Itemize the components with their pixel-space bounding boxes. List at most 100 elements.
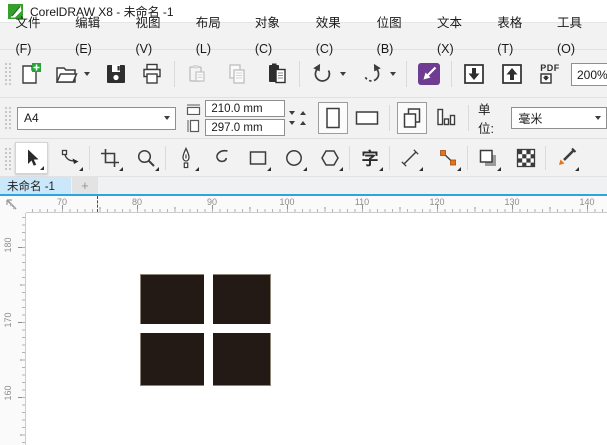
menu-edit[interactable]: 编辑(E) bbox=[64, 10, 124, 62]
menu-view[interactable]: 视图(V) bbox=[124, 10, 184, 62]
tool-shape[interactable] bbox=[53, 142, 86, 174]
document-tab-active[interactable]: 未命名 -1 bbox=[0, 177, 71, 194]
tool-pen[interactable] bbox=[169, 142, 202, 174]
import-button[interactable] bbox=[459, 59, 489, 89]
paste-icon bbox=[264, 61, 290, 87]
add-page-button[interactable]: + bbox=[71, 177, 98, 194]
units-combobox[interactable]: 毫米 bbox=[511, 107, 607, 129]
open-dropdown-icon[interactable] bbox=[84, 71, 90, 76]
pen-nib-icon bbox=[175, 146, 197, 169]
tool-rectangle[interactable] bbox=[241, 142, 274, 174]
menu-text[interactable]: 文本(X) bbox=[425, 10, 485, 62]
toolbar-grip[interactable] bbox=[3, 60, 12, 87]
page-bars-icon bbox=[434, 106, 458, 130]
all-pages-layout-button[interactable] bbox=[397, 102, 428, 134]
transparency-checkerboard-icon bbox=[515, 147, 537, 169]
chevron-down-icon bbox=[164, 116, 171, 120]
width-spin-up-icon[interactable] bbox=[300, 111, 307, 115]
tool-parallel-dimension[interactable] bbox=[393, 142, 426, 174]
open-button[interactable] bbox=[51, 59, 81, 89]
page-width-field[interactable]: 210.0 mm bbox=[205, 100, 286, 117]
copy-icon bbox=[224, 61, 250, 87]
page-width-value: 210.0 mm bbox=[211, 102, 263, 115]
dimension-line-icon bbox=[399, 147, 421, 169]
menu-file[interactable]: 文件(F) bbox=[4, 10, 64, 62]
text-tool-glyph: 字 bbox=[361, 148, 378, 168]
portrait-orientation-button[interactable] bbox=[318, 102, 349, 134]
search-content-icon bbox=[417, 62, 441, 86]
ruler-origin-corner[interactable] bbox=[0, 196, 26, 213]
menu-bitmaps[interactable]: 位图(B) bbox=[365, 10, 425, 62]
property-bar-grip[interactable] bbox=[3, 105, 12, 131]
new-document-button[interactable] bbox=[15, 59, 45, 89]
undo-button[interactable] bbox=[307, 59, 337, 89]
black-rectangle-object[interactable] bbox=[140, 274, 271, 386]
vertical-ruler[interactable]: 180 170 160 bbox=[0, 213, 26, 445]
menu-object[interactable]: 对象(C) bbox=[243, 10, 304, 62]
portrait-icon bbox=[323, 106, 343, 130]
menu-layout[interactable]: 布局(L) bbox=[184, 10, 243, 62]
redo-dropdown-icon[interactable] bbox=[390, 71, 396, 76]
drawing-page[interactable] bbox=[27, 214, 607, 445]
save-floppy-icon bbox=[103, 61, 129, 87]
paste-button[interactable] bbox=[262, 59, 292, 89]
copy-button[interactable] bbox=[222, 59, 252, 89]
horizontal-ruler[interactable]: 70 80 90 100 110 120 130 140 bbox=[26, 196, 607, 213]
tool-transparency[interactable] bbox=[509, 142, 542, 174]
tool-crop[interactable] bbox=[93, 142, 126, 174]
tool-drop-shadow[interactable] bbox=[471, 142, 504, 174]
export-icon bbox=[499, 61, 525, 87]
magnifier-icon bbox=[135, 147, 157, 169]
zoom-level-value: 200% bbox=[577, 67, 607, 82]
all-pages-icon bbox=[400, 106, 424, 130]
menu-effects[interactable]: 效果(C) bbox=[304, 10, 365, 62]
redo-icon bbox=[359, 61, 385, 87]
tool-connector[interactable] bbox=[431, 142, 464, 174]
white-horizontal-stripe bbox=[140, 324, 271, 333]
freehand-curve-icon bbox=[211, 147, 233, 169]
search-content-button[interactable] bbox=[414, 59, 444, 89]
export-button[interactable] bbox=[497, 59, 527, 89]
separator bbox=[389, 105, 391, 131]
toolbox-grip[interactable] bbox=[3, 145, 12, 170]
zoom-level-combobox[interactable]: 200% bbox=[571, 63, 607, 86]
width-spin-down-icon[interactable] bbox=[289, 111, 296, 115]
tool-color-eyedropper[interactable] bbox=[549, 142, 582, 174]
menu-tools[interactable]: 工具(O) bbox=[545, 10, 607, 62]
separator bbox=[349, 145, 350, 170]
rectangle-icon bbox=[247, 147, 269, 169]
tool-zoom[interactable] bbox=[129, 142, 162, 174]
page-height-icon bbox=[186, 119, 201, 133]
redo-button[interactable] bbox=[357, 59, 387, 89]
separator bbox=[165, 145, 166, 170]
print-icon bbox=[139, 61, 165, 87]
height-spin-up-icon[interactable] bbox=[300, 121, 307, 125]
page-dimensions-block: 210.0 mm 297.0 mm bbox=[186, 100, 307, 136]
menu-table[interactable]: 表格(T) bbox=[486, 10, 546, 62]
separator bbox=[174, 60, 175, 87]
height-spin-down-icon[interactable] bbox=[289, 121, 296, 125]
page-width-icon bbox=[186, 103, 201, 115]
tool-text[interactable]: 字 bbox=[353, 142, 386, 174]
current-page-layout-button[interactable] bbox=[431, 102, 461, 134]
undo-dropdown-icon[interactable] bbox=[340, 71, 346, 76]
tool-ellipse[interactable] bbox=[277, 142, 310, 174]
tool-freehand[interactable] bbox=[205, 142, 238, 174]
save-button[interactable] bbox=[101, 59, 131, 89]
landscape-orientation-button[interactable] bbox=[352, 102, 382, 134]
cut-button[interactable] bbox=[182, 59, 212, 89]
page-height-field[interactable]: 297.0 mm bbox=[205, 119, 286, 136]
chevron-down-icon bbox=[595, 116, 601, 120]
vruler-label: 170 bbox=[3, 312, 13, 328]
print-button[interactable] bbox=[137, 59, 167, 89]
document-tab-label: 未命名 -1 bbox=[7, 180, 55, 193]
publish-pdf-button[interactable]: PDF bbox=[535, 59, 565, 89]
tool-pick[interactable] bbox=[15, 141, 48, 174]
eyedropper-icon bbox=[555, 147, 577, 169]
tool-polygon[interactable] bbox=[313, 142, 346, 174]
page-size-combobox[interactable]: A4 bbox=[16, 106, 177, 130]
import-icon bbox=[461, 61, 487, 87]
page-size-value: A4 bbox=[23, 111, 39, 125]
separator bbox=[467, 145, 468, 170]
shape-tool-icon bbox=[59, 147, 81, 169]
